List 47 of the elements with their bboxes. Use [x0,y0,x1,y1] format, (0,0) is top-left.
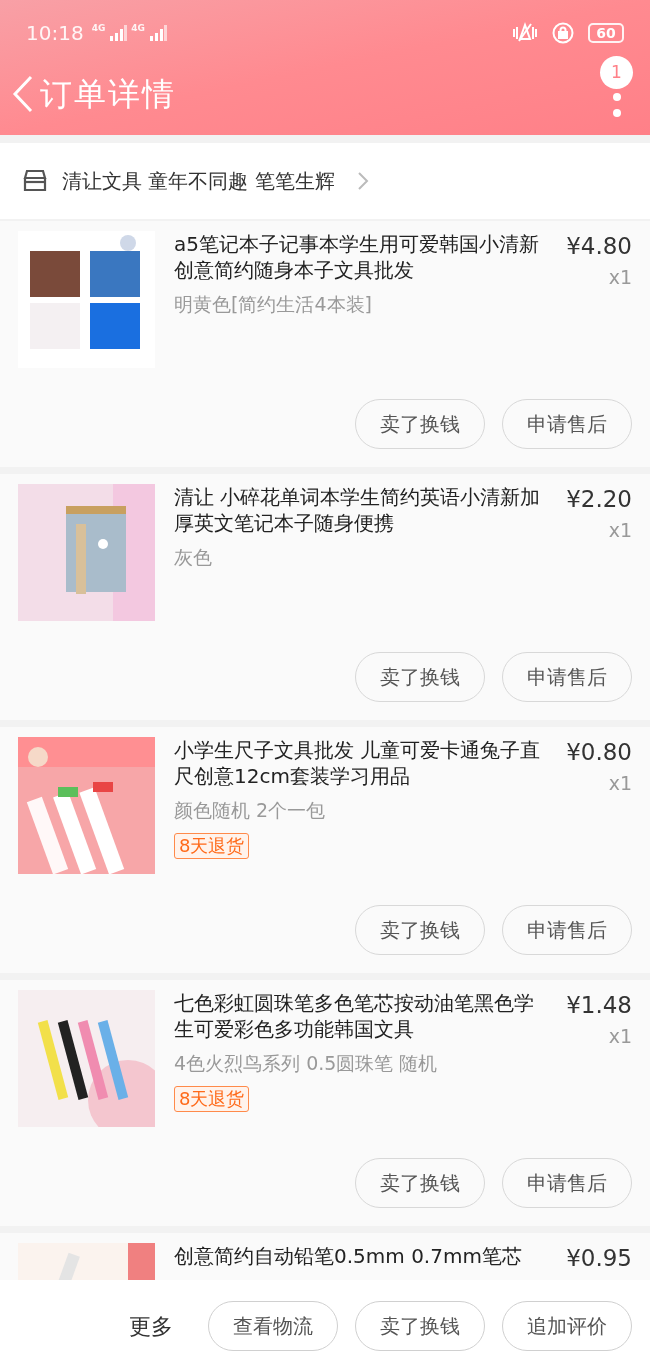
action-button[interactable]: 申请售后 [502,905,632,955]
lock-icon [552,22,574,44]
product-title: 小学生尺子文具批发 儿童可爱卡通兔子直尺创意12cm套装学习用品 [174,737,542,789]
product-spec: 明黄色[简约生活4本装] [174,292,373,317]
product-price: ¥4.80 [566,232,632,261]
product-price: ¥0.80 [566,738,632,767]
product-title: 创意简约自动铅笔0.5mm 0.7mm笔芯 [174,1243,523,1269]
action-button[interactable]: 查看物流 [208,1301,338,1351]
status-time: 10:18 [26,20,84,47]
action-button[interactable]: 申请售后 [502,1158,632,1208]
mute-icon [512,22,538,44]
product-quantity: x1 [608,518,632,543]
more-menu-icon[interactable] [612,92,622,118]
product-quantity: x1 [608,265,632,290]
product-spec: 颜色随机 2个一包 [174,798,327,823]
signal-icon [109,25,128,41]
signal-icon [148,25,167,41]
product-price: ¥0.95 [566,1244,632,1273]
more-link[interactable]: 更多 [129,1309,173,1343]
page-title: 订单详情 [40,74,176,115]
product-spec: 4色火烈鸟系列 0.5圆珠笔 随机 [174,1051,439,1076]
back-icon[interactable] [12,74,34,114]
action-button[interactable]: 申请售后 [502,652,632,702]
battery-indicator: 60 [588,23,624,43]
product-quantity: x1 [608,771,632,796]
action-button[interactable]: 卖了换钱 [355,399,485,449]
action-button[interactable]: 卖了换钱 [355,905,485,955]
notification-badge: 1 [600,56,633,89]
store-icon [22,169,48,193]
product-quantity: x1 [608,1024,632,1049]
action-button[interactable]: 卖了换钱 [355,1301,485,1351]
product-price: ¥2.20 [566,485,632,514]
return-tag: 8天退货 [174,1085,250,1112]
product-title: 七色彩虹圆珠笔多色笔芯按动油笔黑色学生可爱彩色多功能韩国文具 [174,990,535,1042]
action-button[interactable]: 追加评价 [502,1301,632,1351]
product-title: a5笔记本子记事本学生用可爱韩国小清新创意简约随身本子文具批发 [174,231,540,283]
network-label: 4G [91,22,106,35]
return-tag: 8天退货 [174,832,250,859]
action-button[interactable]: 卖了换钱 [355,652,485,702]
product-price: ¥1.48 [566,991,632,1020]
action-button[interactable]: 申请售后 [502,399,632,449]
product-spec: 灰色 [174,545,213,570]
action-button[interactable]: 卖了换钱 [355,1158,485,1208]
product-title: 清让 小碎花单词本学生简约英语小清新加厚英文笔记本子随身便携 [174,484,542,536]
chevron-icon[interactable] [356,171,369,191]
shop-name: 清让文具 童年不同趣 笔笔生辉 [62,168,335,195]
network-label: 4G [131,22,145,35]
